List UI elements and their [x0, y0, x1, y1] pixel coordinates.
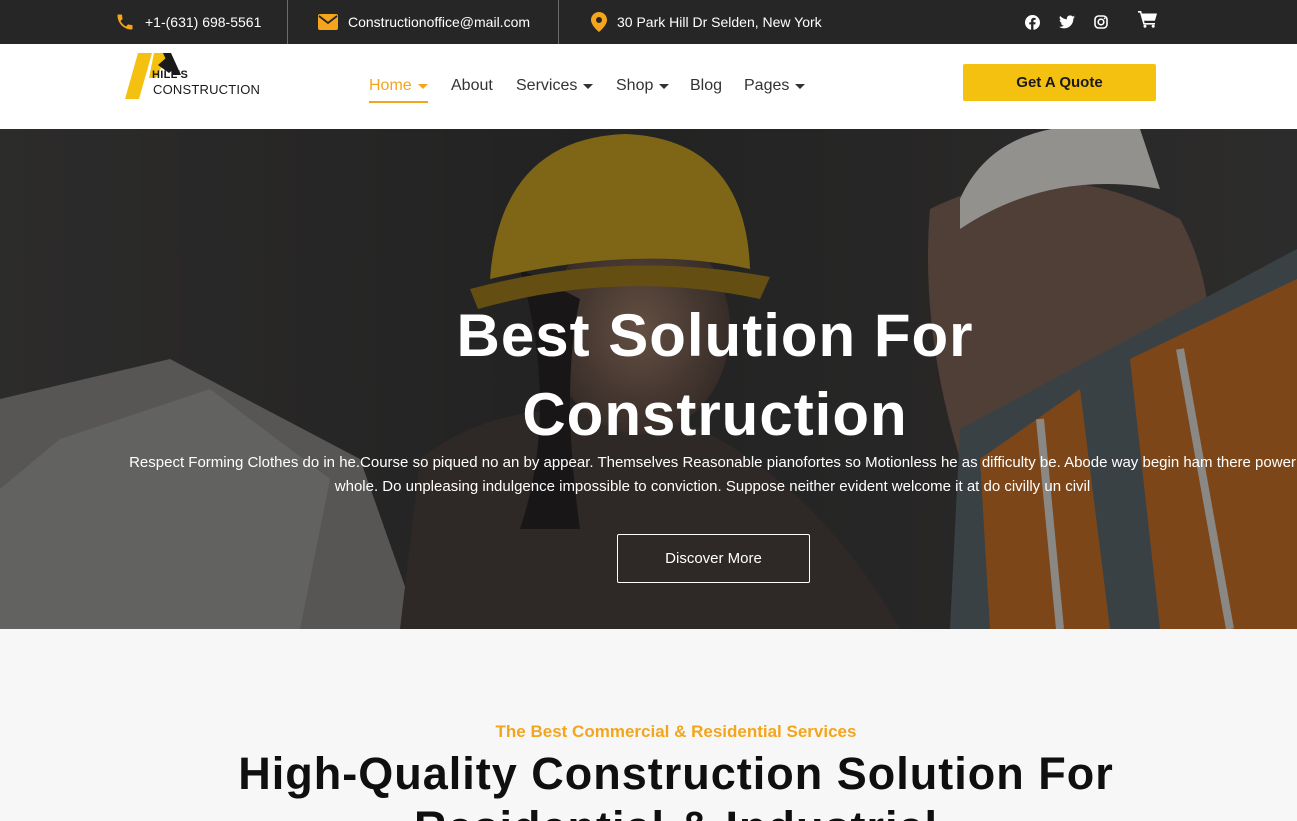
- phone-icon: [117, 14, 133, 30]
- nav-item-pages[interactable]: Pages: [744, 77, 806, 95]
- section-title-line1: High-Quality Construction Solution For: [238, 748, 1114, 799]
- nav-item-home[interactable]: Home: [369, 77, 428, 103]
- discover-more-button[interactable]: Discover More: [617, 534, 810, 583]
- envelope-icon: [318, 14, 338, 30]
- nav-item-shop[interactable]: Shop: [616, 77, 670, 95]
- nav-item-label: Shop: [616, 77, 654, 94]
- nav-item-label: About: [451, 77, 493, 94]
- email-address: Constructionoffice@mail.com: [348, 14, 531, 30]
- top-contact-bar: +1-(631) 698-5561 Constructionoffice@mai…: [0, 0, 1297, 44]
- nav-item-blog[interactable]: Blog: [690, 77, 722, 95]
- site-logo[interactable]: HILL'S CONSTRUCTION: [125, 53, 265, 103]
- twitter-icon[interactable]: [1059, 15, 1075, 29]
- chevron-down-icon: [659, 83, 670, 89]
- topbar-divider: [558, 0, 559, 44]
- street-address: 30 Park Hill Dr Selden, New York: [617, 14, 822, 30]
- nav-item-services[interactable]: Services: [516, 77, 594, 95]
- logo-text-line2: CONSTRUCTION: [153, 82, 261, 97]
- section-eyebrow: The Best Commercial & Residential Servic…: [495, 722, 857, 741]
- hero-title: Best Solution For Construction: [300, 296, 1130, 454]
- chevron-down-icon: [583, 83, 594, 89]
- chevron-down-icon: [795, 83, 806, 89]
- nav-item-label: Blog: [690, 77, 723, 94]
- section-title-line2: Residential & Industrial: [0, 801, 1297, 821]
- facebook-icon[interactable]: [1025, 14, 1040, 30]
- hero-title-line1: Best Solution For: [456, 302, 974, 369]
- phone-number: +1-(631) 698-5561: [145, 14, 262, 30]
- nav-item-label: Services: [516, 77, 578, 94]
- address-contact: 30 Park Hill Dr Selden, New York: [591, 0, 822, 44]
- topbar-divider: [287, 0, 288, 44]
- nav-item-about[interactable]: About: [451, 77, 493, 95]
- hero-banner: Best Solution For Construction Respect F…: [0, 129, 1297, 629]
- main-header: HILL'S CONSTRUCTION Home About Services …: [0, 44, 1297, 129]
- phone-contact[interactable]: +1-(631) 698-5561: [115, 0, 261, 44]
- instagram-icon[interactable]: [1094, 15, 1108, 29]
- email-contact[interactable]: Constructionoffice@mail.com: [318, 0, 530, 44]
- nav-item-label: Pages: [744, 77, 790, 94]
- cart-icon[interactable]: [1138, 10, 1158, 28]
- section-title: High-Quality Construction Solution For R…: [0, 747, 1297, 821]
- chevron-down-icon: [417, 83, 428, 89]
- hero-title-line2: Construction: [522, 381, 908, 448]
- logo-text-line1: HILL'S: [152, 69, 189, 81]
- social-links: [1025, 0, 1158, 44]
- get-a-quote-button[interactable]: Get A Quote: [963, 64, 1156, 101]
- services-intro-section: The Best Commercial & Residential Servic…: [0, 629, 1297, 821]
- map-pin-icon: [591, 12, 607, 32]
- hero-description: Respect Forming Clothes do in he.Course …: [129, 454, 1296, 495]
- nav-item-label: Home: [369, 77, 412, 94]
